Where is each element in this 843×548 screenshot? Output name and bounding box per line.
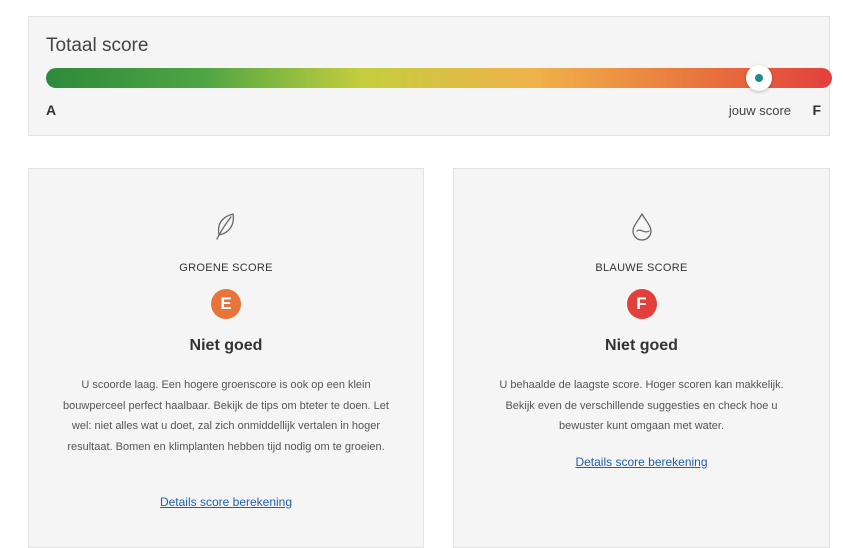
your-score-marker (745, 65, 772, 91)
blue-grade-badge: F (626, 289, 657, 319)
total-score-title: Totaal score (46, 35, 149, 56)
scale-label-f: F (812, 102, 821, 118)
scale-label-a: A (46, 102, 57, 118)
green-rating: Niet goed (189, 337, 263, 354)
green-description: U scoorde laag. Een hogere groenscore is… (63, 379, 389, 453)
water-drop-icon (629, 211, 655, 241)
green-score-category: GROENE SCORE (179, 262, 273, 274)
green-score-card: GROENE SCORE E Niet goed U scoorde laag.… (28, 168, 424, 548)
leaf-icon (213, 211, 239, 241)
total-score-panel: Totaal score A jouw score F (28, 16, 832, 136)
green-details-link[interactable]: Details score berekening (29, 495, 423, 509)
your-score-label: jouw score (728, 103, 791, 118)
blue-score-category: BLAUWE SCORE (595, 262, 688, 274)
blue-details-link[interactable]: Details score berekening (454, 455, 829, 469)
marker-dot (754, 74, 763, 82)
blue-rating: Niet goed (605, 337, 678, 354)
green-grade-badge: E (211, 289, 241, 319)
blue-description: U behaalde de laagste score. Hoger score… (499, 379, 784, 432)
score-gradient-bar (46, 65, 832, 91)
blue-score-card: BLAUWE SCORE F Niet goed U behaalde de l… (453, 168, 830, 548)
